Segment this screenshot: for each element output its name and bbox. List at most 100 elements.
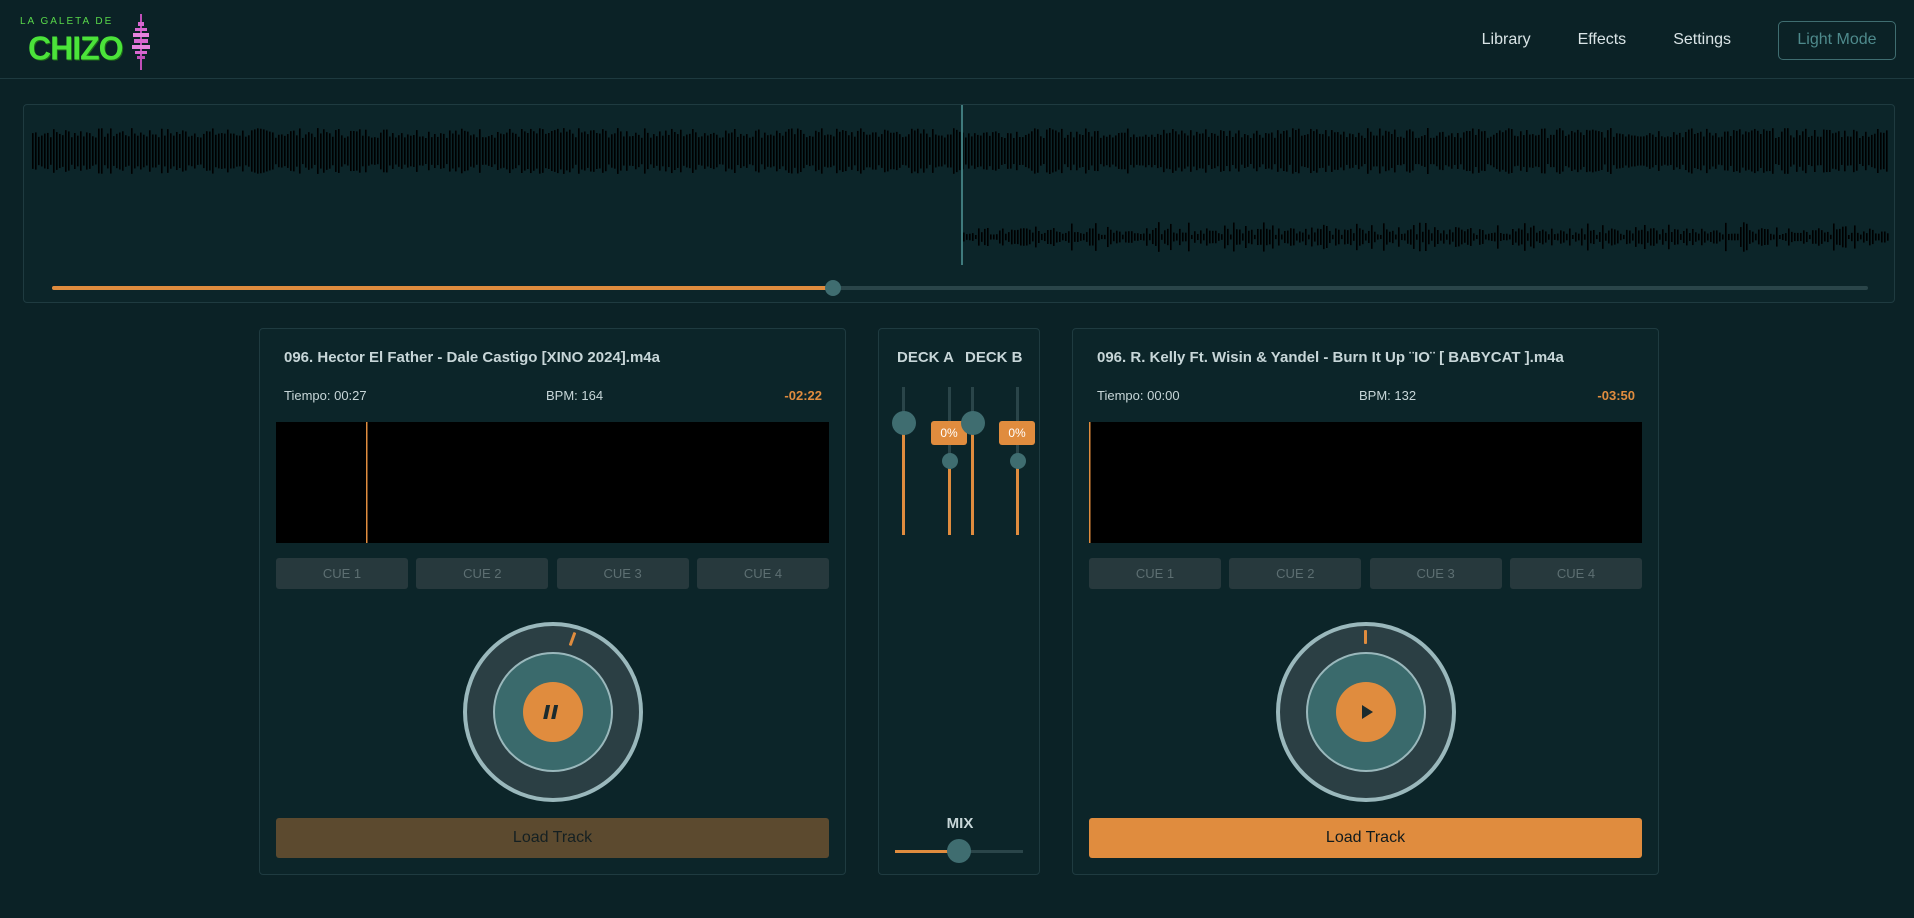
deck-b-pitch-slider[interactable] <box>1010 387 1026 535</box>
deck-a-cue-1[interactable]: CUE 1 <box>276 558 408 589</box>
overview-wave-bar-b <box>1620 233 1622 241</box>
light-mode-button[interactable]: Light Mode <box>1778 20 1896 60</box>
deck-wave-column <box>1353 423 1355 542</box>
deck-b-cue-1[interactable]: CUE 1 <box>1089 558 1221 589</box>
deck-wave-column <box>408 423 410 542</box>
deck-a-platter[interactable] <box>463 622 643 802</box>
overview-wave-bar-b <box>1557 233 1559 241</box>
overview-wave-bar <box>893 132 895 170</box>
overview-wave-bar <box>56 132 58 170</box>
overview-wave-bar-b <box>1053 228 1055 246</box>
overview-wave-bar-b <box>1047 230 1049 244</box>
overview-wave-bar <box>1487 137 1489 165</box>
overview-wave-bar <box>173 135 175 167</box>
deck-a-pitch-thumb[interactable] <box>942 453 958 469</box>
overview-wave-bar <box>722 137 724 165</box>
deck-wave-column <box>758 423 760 542</box>
deck-b-cues: CUE 1 CUE 2 CUE 3 CUE 4 <box>1089 558 1642 589</box>
deck-wave-column <box>682 424 684 541</box>
deck-b-cue-3[interactable]: CUE 3 <box>1369 558 1502 589</box>
overview-wave-bar-b <box>1578 233 1580 241</box>
overview-wave-bar <box>944 137 946 165</box>
deck-a-volume-slider[interactable] <box>892 387 916 535</box>
deck-a-volume-thumb[interactable] <box>892 411 916 435</box>
deck-wave-column <box>1387 423 1389 542</box>
deck-wave-column <box>1389 423 1391 542</box>
overview-wave-bar <box>527 133 529 169</box>
deck-wave-column <box>1609 422 1611 543</box>
overview-wave-bar-b <box>1056 231 1058 243</box>
overview-wave-bar-b <box>1377 234 1379 240</box>
overview-wave-bar <box>1445 136 1447 166</box>
overview-wave-bar-b <box>1503 233 1505 241</box>
overview-wave-bar-b <box>1392 230 1394 244</box>
overview-wave-bar-b <box>1320 229 1322 245</box>
overview-wave-bar <box>1334 132 1336 170</box>
deck-wave-column <box>1325 422 1327 543</box>
overview-wave-bar <box>641 137 643 165</box>
deck-wave-column <box>1261 422 1263 543</box>
overview-wave-bar-b <box>1869 228 1871 246</box>
deck-b-volume-slider[interactable] <box>961 387 985 535</box>
deck-b-volume-thumb[interactable] <box>961 411 985 435</box>
deck-wave-column <box>1627 424 1629 541</box>
deck-a-cue-2[interactable]: CUE 2 <box>416 558 549 589</box>
deck-wave-column <box>638 423 640 542</box>
deck-wave-column <box>1121 440 1123 525</box>
overview-wave-bar <box>1439 132 1441 170</box>
overview-wave-bar-b <box>1740 227 1742 247</box>
overview-wave-bar <box>569 129 571 173</box>
deck-wave-column <box>1507 423 1509 542</box>
overview-wave-bar <box>1751 130 1753 172</box>
nav-settings[interactable]: Settings <box>1673 31 1731 49</box>
overview-seek-bar[interactable] <box>52 280 1868 296</box>
deck-b-cue-2[interactable]: CUE 2 <box>1229 558 1362 589</box>
overview-wave-bar <box>1304 134 1306 168</box>
crossfader-thumb[interactable] <box>947 839 971 863</box>
overview-wave-bar <box>1088 132 1090 170</box>
overview-wave-bar <box>632 135 634 167</box>
deck-wave-column <box>1345 424 1347 541</box>
overview-wave-bar <box>350 130 352 172</box>
deck-a-waveform[interactable] <box>276 422 829 543</box>
overview-wave-bar-b <box>1224 225 1226 249</box>
deck-wave-column <box>646 422 648 543</box>
overview-wave-bar-b <box>1218 233 1220 241</box>
crossfader[interactable] <box>895 839 1023 863</box>
deck-wave-column <box>1357 422 1359 543</box>
deck-wave-column <box>1269 424 1271 541</box>
nav-library[interactable]: Library <box>1482 31 1531 49</box>
deck-wave-column <box>732 424 734 541</box>
deck-wave-column <box>464 423 466 542</box>
deck-b-load-button[interactable]: Load Track <box>1089 818 1642 858</box>
deck-wave-column <box>1531 424 1533 541</box>
overview-wave-bar-b <box>1809 234 1811 240</box>
deck-b-pitch-thumb[interactable] <box>1010 453 1026 469</box>
overview-playhead <box>961 105 963 265</box>
deck-a-load-button[interactable]: Load Track <box>276 818 829 858</box>
deck-wave-column <box>746 424 748 541</box>
deck-wave-column <box>800 423 802 542</box>
deck-wave-column <box>712 424 714 541</box>
deck-a-pitch-slider[interactable] <box>942 387 958 535</box>
overview-wave-bar <box>203 133 205 169</box>
deck-wave-column <box>1143 424 1145 541</box>
deck-b-platter[interactable] <box>1276 622 1456 802</box>
deck-a-pause-button[interactable] <box>523 682 583 742</box>
overview-wave-bar-b <box>1683 230 1685 244</box>
deck-b-cue-4[interactable]: CUE 4 <box>1509 558 1642 589</box>
overview-wave-bar-b <box>1245 226 1247 248</box>
overview-wave-bar-b <box>1191 234 1193 240</box>
deck-a-cue-3[interactable]: CUE 3 <box>556 558 689 589</box>
deck-b-waveform[interactable] <box>1089 422 1642 543</box>
overview-waveform[interactable] <box>24 105 1894 275</box>
deck-a-cue-4[interactable]: CUE 4 <box>696 558 829 589</box>
overview-wave-bar <box>1199 133 1201 169</box>
deck-wave-column <box>1243 424 1245 541</box>
overview-wave-bar <box>1694 133 1696 169</box>
nav-effects[interactable]: Effects <box>1578 31 1627 49</box>
deck-b-play-button[interactable] <box>1336 682 1396 742</box>
overview-wave-bar-b <box>981 232 983 242</box>
overview-wave-bar <box>1598 131 1600 171</box>
overview-seek-thumb[interactable] <box>824 280 841 296</box>
